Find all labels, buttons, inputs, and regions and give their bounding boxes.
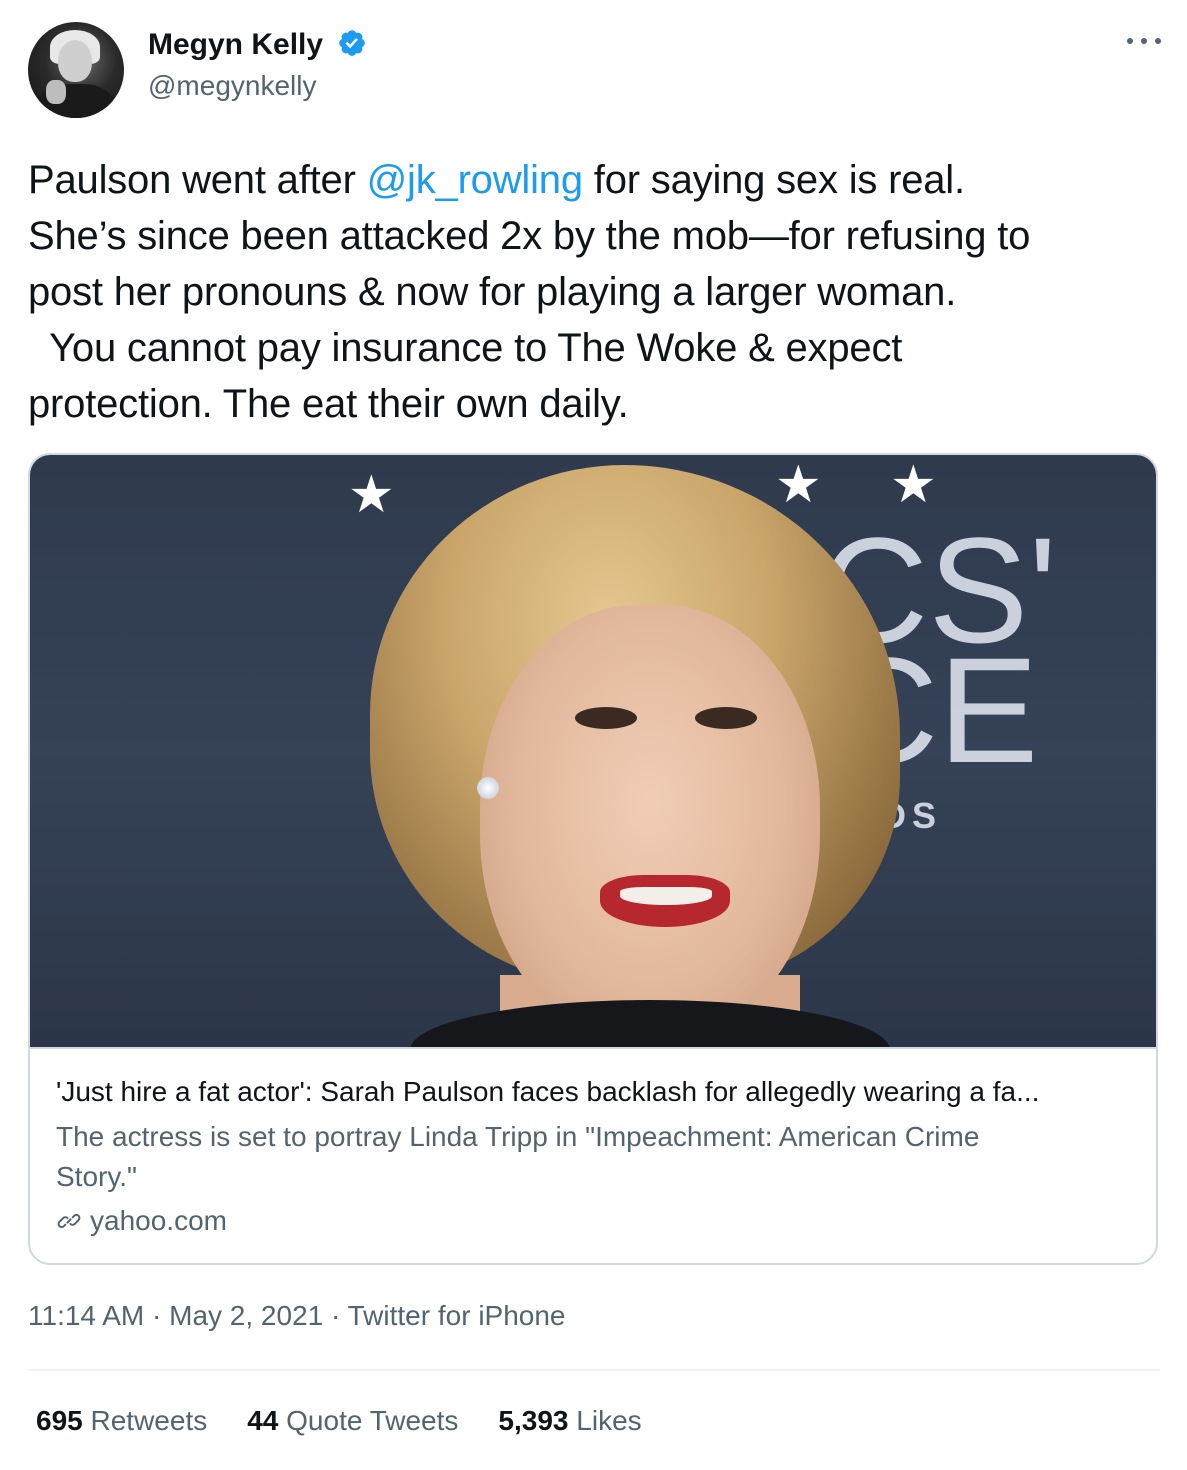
tweet-line-1: Paulson went after @jk_rowling for sayin… xyxy=(28,152,1168,208)
more-options-icon[interactable] xyxy=(1127,32,1161,50)
tweet-source[interactable]: Twitter for iPhone xyxy=(348,1300,566,1331)
tweet-line-5: protection. The eat their own daily. xyxy=(28,382,629,426)
tweet-line-1-after: for saying sex is real. xyxy=(582,158,965,202)
avatar[interactable] xyxy=(28,22,124,118)
card-image[interactable]: ★ ★ ★ CS' CE DS xyxy=(30,455,1156,1047)
retweets-label: Retweets xyxy=(90,1405,208,1436)
photo-teeth xyxy=(620,887,712,905)
verified-badge-icon xyxy=(339,30,366,56)
quote-tweets-label: Quote Tweets xyxy=(286,1405,459,1436)
card-title: 'Just hire a fat actor': Sarah Paulson f… xyxy=(56,1076,1040,1107)
star-icon: ★ xyxy=(348,466,395,524)
author-display-name[interactable]: Megyn Kelly xyxy=(148,28,367,62)
card-domain: yahoo.com xyxy=(56,1201,1134,1241)
likes-count: 5,393 xyxy=(498,1405,577,1436)
retweets-count: 695 xyxy=(36,1405,91,1436)
avatar-hand xyxy=(46,80,66,104)
meta-separator: · xyxy=(331,1300,348,1331)
card-domain-text: yahoo.com xyxy=(90,1205,227,1236)
tweet-date[interactable]: May 2, 2021 xyxy=(169,1300,323,1331)
likes-stat[interactable]: 5,393 Likes xyxy=(498,1405,641,1437)
likes-label: Likes xyxy=(576,1405,642,1436)
tweet-line-3: post her pronouns & now for playing a la… xyxy=(28,270,957,314)
tweet-container: Megyn Kelly @megynkelly Paulson went aft… xyxy=(0,0,1187,1470)
link-icon xyxy=(57,1213,81,1229)
photo-eye-right xyxy=(695,707,757,729)
photo-face xyxy=(480,605,820,1045)
tweet-text: Paulson went after @jk_rowling for sayin… xyxy=(28,152,1168,432)
card-description: The actress is set to portray Linda Trip… xyxy=(56,1117,1106,1197)
avatar-face xyxy=(58,40,92,82)
retweets-stat[interactable]: 695 Retweets xyxy=(36,1405,207,1437)
photo-eye-left xyxy=(575,707,637,729)
photo-dress xyxy=(410,1000,890,1047)
card-description-line-2: Story." xyxy=(56,1161,137,1192)
tweet-line-4: You cannot pay insurance to The Woke & e… xyxy=(28,326,903,370)
mention-link[interactable]: @jk_rowling xyxy=(367,158,583,202)
tweet-time[interactable]: 11:14 AM xyxy=(28,1300,144,1331)
quote-tweets-count: 44 xyxy=(247,1405,287,1436)
author-handle[interactable]: @megynkelly xyxy=(148,70,316,102)
tweet-line-1-before: Paulson went after xyxy=(28,158,367,202)
tweet-stats: 695 Retweets 44 Quote Tweets 5,393 Likes xyxy=(36,1405,682,1437)
tweet-line-2: She’s since been attacked 2x by the mob—… xyxy=(28,214,1031,258)
meta-separator: · xyxy=(152,1300,170,1331)
star-icon: ★ xyxy=(775,456,822,514)
link-card[interactable]: ★ ★ ★ CS' CE DS 'Just hire a fat actor':… xyxy=(28,453,1158,1265)
divider xyxy=(28,1369,1160,1371)
author-name-text: Megyn Kelly xyxy=(148,28,324,61)
photo-earring xyxy=(477,777,499,799)
tweet-meta: 11:14 AM · May 2, 2021 · Twitter for iPh… xyxy=(28,1300,566,1332)
card-description-line-1: The actress is set to portray Linda Trip… xyxy=(56,1121,980,1152)
quote-tweets-stat[interactable]: 44 Quote Tweets xyxy=(247,1405,458,1437)
card-meta[interactable]: 'Just hire a fat actor': Sarah Paulson f… xyxy=(30,1047,1156,1263)
